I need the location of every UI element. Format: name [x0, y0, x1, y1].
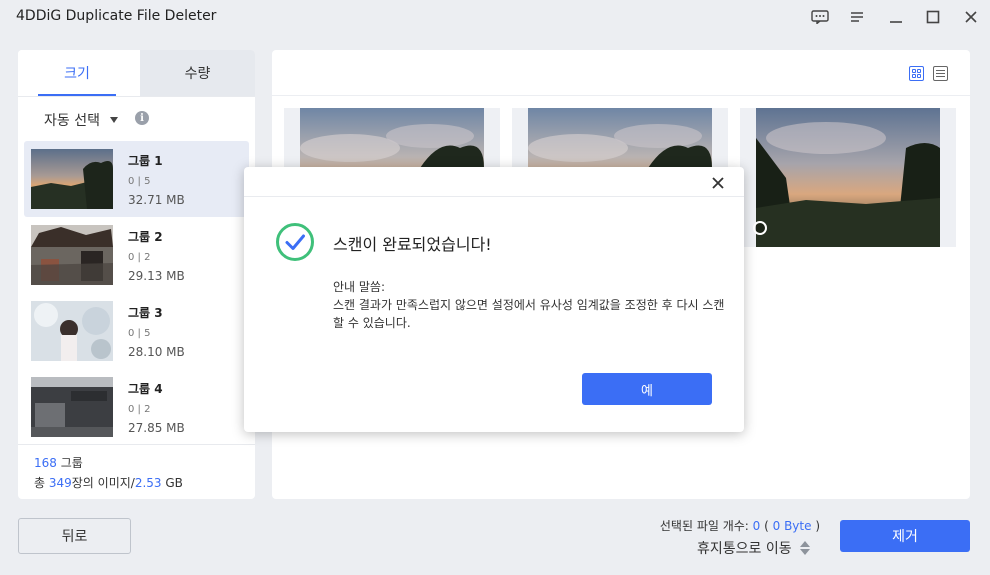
group-name: 그룹 3 [128, 306, 163, 320]
selected-files-info: 선택된 파일 개수: 0 ( 0 Byte ) [660, 517, 820, 534]
group-panel: 크기 수량 자동 선택 i 그룹 1 0 | 5 32.71 MB 그룹 2 0… [18, 50, 255, 499]
group-list: 그룹 1 0 | 5 32.71 MB 그룹 2 0 | 2 29.13 MB [24, 141, 249, 444]
app-title: 4DDiG Duplicate File Deleter [16, 8, 217, 24]
dialog-title: 스캔이 완료되었습니다! [333, 235, 492, 254]
group-selection-count: 0 | 2 [128, 252, 151, 263]
dialog-close-icon[interactable] [709, 174, 727, 192]
auto-select-label: 자동 선택 [44, 113, 100, 129]
photo-thumbnail [756, 108, 940, 247]
caret-down-icon [109, 117, 118, 123]
tab-count[interactable]: 수량 [140, 50, 255, 96]
auto-select-dropdown[interactable]: 자동 선택 [44, 110, 118, 130]
selected-size-close: ) [811, 519, 820, 533]
selected-label: 선택된 파일 개수: [659, 519, 753, 533]
group-selection-count: 0 | 5 [128, 176, 151, 187]
grid-view-icon[interactable] [909, 66, 924, 81]
total-prefix: 총 [34, 476, 49, 490]
group-selection-count: 0 | 5 [128, 328, 151, 339]
group-count-line: 168 그룹 [34, 454, 83, 471]
delete-mode-label: 휴지통으로 이동 [697, 541, 792, 557]
dialog-body-heading: 안내 말씀: [333, 280, 386, 294]
dialog-divider [244, 196, 744, 197]
photo-card[interactable] [740, 108, 956, 247]
total-size: 2.53 [134, 476, 162, 490]
back-button[interactable]: 뒤로 [18, 518, 131, 554]
group-name: 그룹 1 [128, 154, 163, 168]
toolbar-divider [272, 95, 970, 96]
group-size: 27.85 MB [128, 421, 185, 435]
selected-size-open: ( [760, 519, 773, 533]
group-thumbnail [31, 225, 113, 285]
group-item[interactable]: 그룹 2 0 | 2 29.13 MB [24, 217, 249, 293]
group-thumbnail [31, 301, 113, 361]
feedback-icon[interactable] [808, 6, 832, 28]
group-name: 그룹 4 [128, 382, 163, 396]
image-count-suffix: 장의 이미지/ [71, 476, 135, 490]
group-count-suffix: 그룹 [56, 456, 83, 470]
selected-size: 0 Byte [772, 519, 812, 533]
group-thumbnail [31, 377, 113, 437]
image-count: 349 [48, 476, 72, 490]
group-name: 그룹 2 [128, 230, 163, 244]
group-item[interactable]: 그룹 4 0 | 2 27.85 MB [24, 369, 249, 444]
scan-complete-dialog: 스캔이 완료되었습니다! 안내 말씀: 스캔 결과가 만족스럽지 않으면 설정에… [244, 167, 744, 432]
menu-icon[interactable] [845, 6, 869, 28]
tab-divider [18, 96, 255, 97]
remove-button[interactable]: 제거 [840, 520, 970, 552]
maximize-icon[interactable] [921, 6, 945, 28]
group-thumbnail [31, 149, 113, 209]
title-bar: 4DDiG Duplicate File Deleter [0, 0, 990, 34]
group-size: 32.71 MB [128, 193, 185, 207]
dialog-body: 안내 말씀: 스캔 결과가 만족스럽지 않으면 설정에서 유사성 임계값을 조정… [333, 278, 733, 332]
tab-size[interactable]: 크기 [18, 50, 136, 96]
group-selection-count: 0 | 2 [128, 404, 151, 415]
group-item[interactable]: 그룹 1 0 | 5 32.71 MB [24, 141, 249, 217]
ok-button[interactable]: 예 [582, 373, 712, 405]
group-summary: 168 그룹 총 349장의 이미지/2.53 GB [18, 444, 255, 499]
updown-arrow-icon [799, 541, 810, 555]
minimize-icon[interactable] [884, 6, 908, 28]
group-size: 28.10 MB [128, 345, 185, 359]
delete-mode-select[interactable]: 휴지통으로 이동 [697, 538, 810, 558]
group-count: 168 [34, 456, 57, 470]
group-size: 29.13 MB [128, 269, 185, 283]
info-icon[interactable]: i [135, 111, 149, 125]
success-check-icon [275, 222, 315, 262]
select-checkbox[interactable] [753, 221, 767, 235]
close-icon[interactable] [959, 6, 983, 28]
total-size-unit: GB [161, 476, 183, 490]
list-view-icon[interactable] [933, 66, 948, 81]
group-item[interactable]: 그룹 3 0 | 5 28.10 MB [24, 293, 249, 369]
image-total-line: 총 349장의 이미지/2.53 GB [34, 474, 183, 491]
dialog-body-text: 스캔 결과가 만족스럽지 않으면 설정에서 유사성 임계값을 조정한 후 다시 … [333, 298, 725, 330]
